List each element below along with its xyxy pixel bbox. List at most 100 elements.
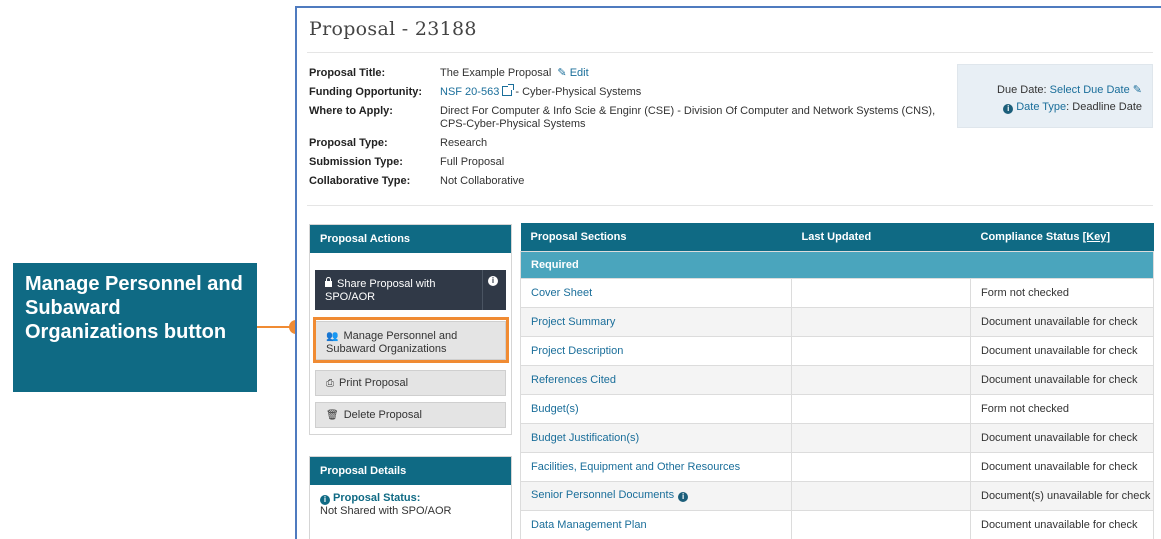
- info-value: Research: [440, 137, 488, 149]
- trash-icon: 🗑: [326, 410, 339, 421]
- info-row-funding: Funding Opportunity: NSF 20-563 - Cyber-…: [309, 84, 949, 99]
- info-label: Proposal Type:: [309, 137, 388, 149]
- select-due-date-link[interactable]: Select Due Date ✎: [1050, 84, 1142, 96]
- date-type-value: : Deadline Date: [1066, 101, 1142, 113]
- info-icon: i: [1003, 104, 1014, 114]
- date-type-link[interactable]: Date Type: [1016, 101, 1066, 113]
- table-row: Project Summary Document unavailable for …: [520, 306, 1154, 337]
- lock-icon: [325, 277, 332, 287]
- section-link[interactable]: Project Description: [531, 345, 623, 357]
- header-compliance: Compliance Status [Key]: [970, 223, 1154, 251]
- proposal-details-header: Proposal Details: [310, 457, 511, 485]
- proposal-sections-table: Proposal Sections Last Updated Complianc…: [520, 223, 1154, 539]
- info-label: Collaborative Type:: [309, 175, 411, 187]
- section-link[interactable]: Project Summary: [531, 316, 615, 328]
- group-row-required: Required: [520, 250, 1154, 279]
- last-updated-cell: [791, 364, 971, 395]
- proposal-actions-panel: Proposal Actions Share Proposal with SPO…: [309, 224, 512, 435]
- info-row-submission: Submission Type: Full Proposal: [309, 156, 949, 169]
- section-cell: Data Management Plan: [520, 509, 792, 539]
- table-row: Budget Justification(s) Document unavaila…: [520, 422, 1154, 453]
- table-row: Senior Personnel Documents i Document(s) u…: [520, 480, 1154, 511]
- share-info-button[interactable]: i: [482, 270, 506, 310]
- print-button-label: Print Proposal: [339, 377, 409, 389]
- edit-title-link[interactable]: ✎ Edit: [554, 67, 588, 79]
- table-row: Project Description Document unavailable …: [520, 335, 1154, 366]
- compliance-cell: Document unavailable for check: [970, 364, 1154, 395]
- last-updated-cell: [791, 393, 971, 424]
- compliance-cell: Document unavailable for check: [970, 335, 1154, 366]
- delete-proposal-button[interactable]: 🗑 Delete Proposal: [315, 402, 506, 428]
- table-row: Data Management Plan Document unavailable…: [520, 509, 1154, 539]
- info-value: Direct For Computer & Info Scie & Enginr…: [440, 105, 936, 130]
- info-label: Submission Type:: [309, 156, 403, 168]
- section-cell: Budget(s): [520, 393, 792, 424]
- group-label: Required: [520, 250, 1154, 279]
- info-row-where: Where to Apply: Direct For Computer & In…: [309, 105, 949, 131]
- section-cell: Budget Justification(s): [520, 422, 792, 453]
- compliance-key-link[interactable]: [Key]: [1083, 231, 1111, 243]
- compliance-cell: Form not checked: [970, 277, 1154, 308]
- section-link[interactable]: References Cited: [531, 374, 616, 386]
- due-date-box: Due Date: Select Due Date ✎ i Date Type: …: [957, 64, 1153, 128]
- compliance-label: Compliance Status: [980, 230, 1083, 243]
- external-link-icon: [502, 84, 515, 96]
- info-icon[interactable]: i: [678, 492, 689, 502]
- table-header-row: Proposal Sections Last Updated Complianc…: [520, 223, 1154, 251]
- compliance-cell: Document(s) unavailable for check: [970, 480, 1154, 511]
- date-type-line: i Date Type: Deadline Date: [968, 99, 1142, 116]
- last-updated-cell: [791, 451, 971, 482]
- table-row: References Cited Document unavailable for…: [520, 364, 1154, 395]
- divider: [307, 52, 1153, 53]
- section-cell: Project Description: [520, 335, 792, 366]
- section-cell: Senior Personnel Documents i: [520, 480, 792, 511]
- edit-icon: ✎: [557, 67, 567, 79]
- proposal-details-body: i Proposal Status: Not Shared with SPO/AO…: [310, 485, 511, 524]
- due-date-line: Due Date: Select Due Date ✎: [968, 82, 1142, 99]
- compliance-cell: Document unavailable for check: [970, 509, 1154, 539]
- info-row-title: Proposal Title: The Example Proposal ✎ E…: [309, 67, 949, 80]
- last-updated-cell: [791, 277, 971, 308]
- due-date-label: Due Date:: [997, 84, 1050, 96]
- section-cell: Cover Sheet: [520, 277, 792, 308]
- share-button-content: Share Proposal with SPO/AOR: [325, 277, 473, 304]
- proposal-title-value: The Example Proposal: [440, 67, 552, 79]
- due-date-link-label: Select Due Date: [1049, 84, 1130, 96]
- compliance-cell: Form not checked: [970, 393, 1154, 424]
- info-row-collaborative: Collaborative Type: Not Collaborative: [309, 175, 949, 188]
- page-title: Proposal - 23188: [309, 18, 477, 40]
- section-cell: References Cited: [520, 364, 792, 395]
- table-row: Budget(s) Form not checked: [520, 393, 1154, 424]
- proposal-details-panel: Proposal Details i Proposal Status: Not S…: [309, 456, 512, 539]
- funding-opportunity-link[interactable]: NSF 20-563: [440, 84, 515, 98]
- section-link[interactable]: Cover Sheet: [531, 287, 592, 299]
- section-link[interactable]: Data Management Plan: [531, 519, 647, 531]
- section-link[interactable]: Budget Justification(s): [531, 432, 639, 444]
- print-proposal-button[interactable]: ⎙ Print Proposal: [315, 370, 506, 396]
- print-icon: ⎙: [326, 378, 334, 389]
- last-updated-cell: [791, 335, 971, 366]
- section-cell: Facilities, Equipment and Other Resource…: [520, 451, 792, 482]
- status-label: Proposal Status:: [333, 492, 421, 504]
- info-label: Funding Opportunity:: [309, 86, 423, 98]
- last-updated-cell: [791, 509, 971, 539]
- section-link[interactable]: Senior Personnel Documents: [531, 489, 674, 501]
- status-line: i Proposal Status:: [320, 492, 501, 505]
- compliance-cell: Document unavailable for check: [970, 451, 1154, 482]
- info-value: NSF 20-563 - Cyber-Physical Systems: [440, 84, 641, 99]
- funding-link-label: NSF 20-563: [440, 86, 500, 98]
- section-cell: Project Summary: [520, 306, 792, 337]
- section-link[interactable]: Facilities, Equipment and Other Resource…: [531, 461, 740, 473]
- share-proposal-button[interactable]: Share Proposal with SPO/AOR i: [315, 270, 506, 310]
- callout-label: Manage Personnel and Subaward Organizati…: [13, 263, 257, 392]
- table-row: Facilities, Equipment and Other Resource…: [520, 451, 1154, 482]
- proposal-frame: Proposal - 23188 Proposal Title: The Exa…: [295, 6, 1161, 539]
- section-link[interactable]: Budget(s): [531, 403, 579, 415]
- header-sections: Proposal Sections: [520, 223, 792, 251]
- edit-label: Edit: [569, 67, 589, 79]
- info-icon: i: [488, 276, 498, 286]
- delete-button-label: Delete Proposal: [343, 409, 422, 421]
- compliance-cell: Document unavailable for check: [970, 422, 1154, 453]
- proposal-info: Proposal Title: The Example Proposal ✎ E…: [309, 67, 949, 194]
- info-label: Where to Apply:: [309, 105, 393, 117]
